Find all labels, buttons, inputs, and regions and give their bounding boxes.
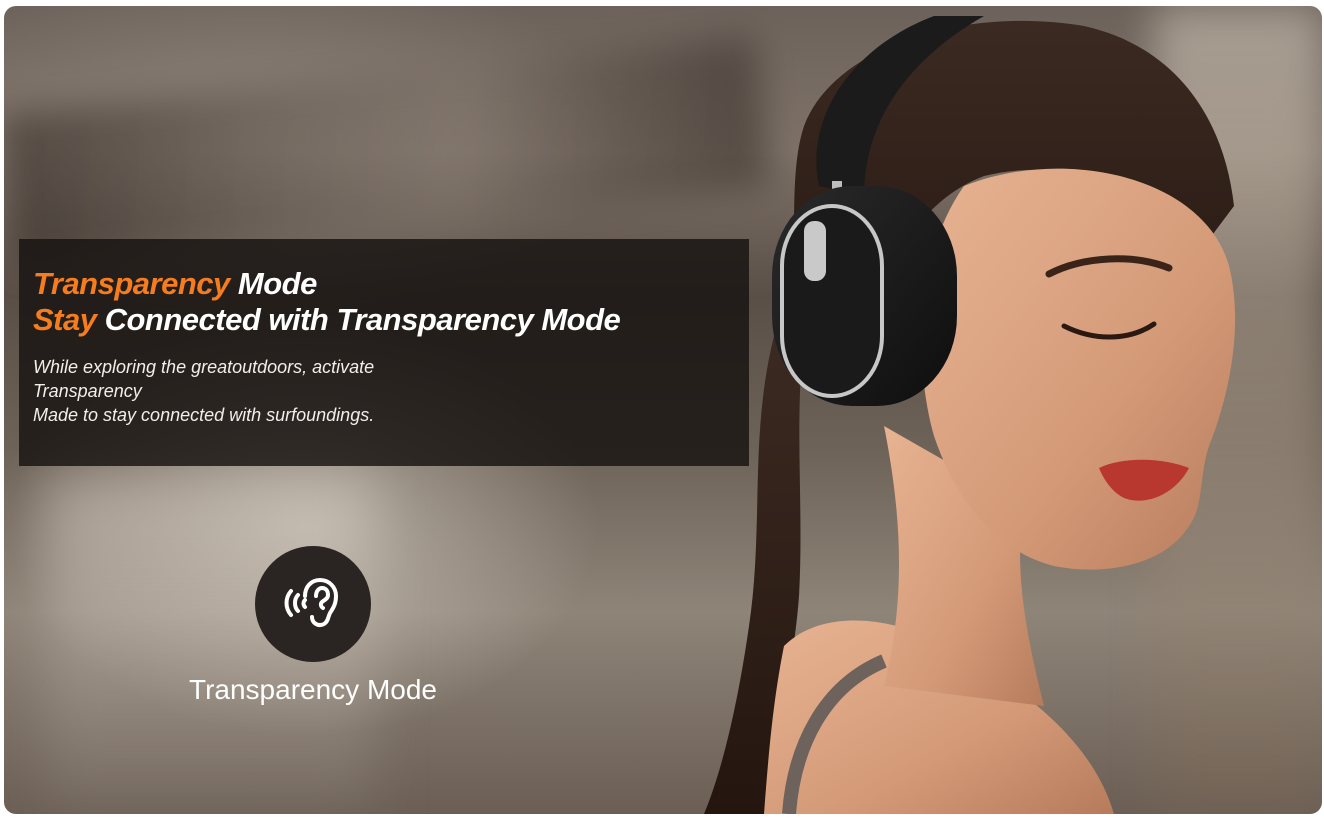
product-banner: Transparency Mode Stay Connected with Tr… xyxy=(4,6,1322,814)
feature-description: While exploring the greatoutdoors, activ… xyxy=(33,355,374,427)
headline-title: Transparency Mode xyxy=(33,266,317,302)
headline-subtitle-rest: Connected with Transparency Mode xyxy=(96,302,621,337)
headline-title-accent: Transparency xyxy=(33,266,230,301)
headline-subtitle: Stay Connected with Transparency Mode xyxy=(33,302,621,338)
transparency-mode-badge xyxy=(255,546,371,662)
description-line: Transparency xyxy=(33,381,142,401)
headline-title-rest: Mode xyxy=(229,266,317,301)
headline-subtitle-accent: Stay xyxy=(33,302,97,337)
description-line: Made to stay connected with surfoundings… xyxy=(33,405,375,425)
transparency-mode-label: Transparency Mode xyxy=(189,674,437,705)
ear-sound-icon xyxy=(284,577,339,628)
feature-text-panel: Transparency Mode Stay Connected with Tr… xyxy=(19,239,749,466)
description-line: While exploring the greatoutdoors, activ… xyxy=(33,357,375,377)
